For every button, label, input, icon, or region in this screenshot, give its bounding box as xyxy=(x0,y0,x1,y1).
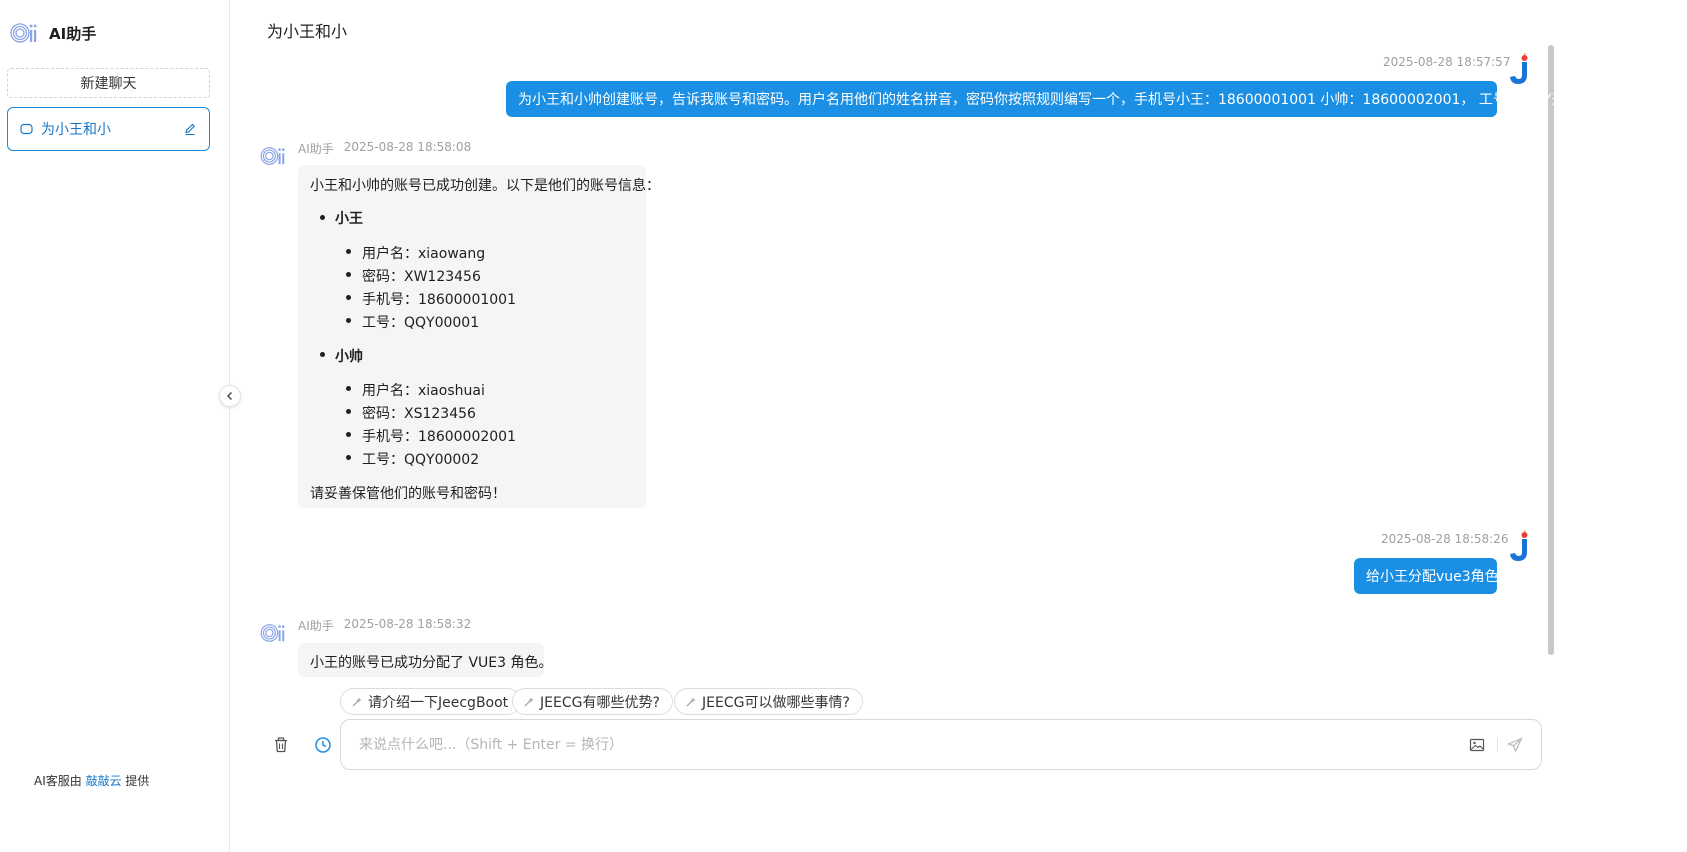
ai-message-meta: AI助手 2025-08-28 18:58:32 xyxy=(298,617,471,634)
ai-message-meta: AI助手 2025-08-28 18:58:08 xyxy=(298,140,471,157)
suggestion-chip[interactable]: 请介绍一下JeecgBoot xyxy=(340,688,522,715)
ai-message-text: 小王的账号已成功分配了 VUE3 角色。 xyxy=(310,655,553,671)
suggestion-chip[interactable]: JEECG可以做哪些事情? xyxy=(674,688,863,715)
collapse-sidebar-button[interactable] xyxy=(219,385,241,407)
account-field: 密码：XS123456 xyxy=(362,406,476,422)
divider xyxy=(1497,738,1498,752)
account-field: 工号：QQY00002 xyxy=(362,452,480,468)
suggestion-label: JEECG可以做哪些事情? xyxy=(702,694,850,711)
person-name: 小王 xyxy=(335,211,363,227)
list-bullet xyxy=(346,272,351,277)
list-bullet xyxy=(346,409,351,414)
brand: AI助手 xyxy=(10,20,96,46)
list-bullet xyxy=(346,295,351,300)
list-bullet xyxy=(346,455,351,460)
sparkle-icon xyxy=(686,696,696,706)
suggestion-chip[interactable]: JEECG有哪些优势? xyxy=(512,688,673,715)
account-field: 用户名：xiaoshuai xyxy=(362,383,485,399)
footer-prefix: AI客服由 xyxy=(34,774,82,788)
message-time: 2025-08-28 18:57:57 xyxy=(1383,55,1511,69)
sparkle-icon xyxy=(352,696,362,706)
list-bullet xyxy=(320,352,325,357)
account-field: 密码：XW123456 xyxy=(362,269,481,285)
ai-name: AI助手 xyxy=(298,142,334,156)
ai-message-bubble: 小王和小帅的账号已成功创建。以下是他们的账号信息： 小王 用户名：xiaowan… xyxy=(298,165,660,508)
account-field: 工号：QQY00001 xyxy=(362,315,480,331)
account-field: 手机号：18600002001 xyxy=(362,429,516,445)
suggestion-label: JEECG有哪些优势? xyxy=(540,694,660,711)
app-title: AI助手 xyxy=(49,24,97,43)
message-time: 2025-08-28 18:58:32 xyxy=(343,617,472,631)
conversation-title: 为小王和小 xyxy=(267,22,348,41)
list-bullet xyxy=(346,432,351,437)
ai-outro: 请妥善保管他们的账号和密码！ xyxy=(310,486,506,502)
history-clock-icon[interactable] xyxy=(314,736,332,754)
footer-note: AI客服由 敲敲云 提供 xyxy=(34,772,149,789)
suggestion-label: 请介绍一下JeecgBoot xyxy=(368,694,509,711)
account-field: 用户名：xiaowang xyxy=(362,246,486,262)
chat-bubble-icon xyxy=(20,123,33,134)
ai-logo-icon xyxy=(10,23,37,43)
ai-intro: 小王和小帅的账号已成功创建。以下是他们的账号信息： xyxy=(310,178,660,194)
chat-list-item-label: 为小王和小 xyxy=(41,122,111,138)
person-name: 小帅 xyxy=(335,349,363,365)
user-message-bubble: 为小王和小帅创建账号，告诉我账号和密码。用户名用他们的姓名拼音，密码你按照规则编… xyxy=(506,81,1579,117)
footer-link[interactable]: 敲敲云 xyxy=(86,774,122,788)
message-time: 2025-08-28 18:58:08 xyxy=(343,140,472,154)
message-time: 2025-08-28 18:58:26 xyxy=(1381,532,1509,546)
message-input-box[interactable] xyxy=(340,719,1542,770)
chat-main: 为小王和小 2025-08-28 18:57:57 为小王和小帅创建账号，告诉我… xyxy=(231,0,1687,852)
ai-avatar xyxy=(260,147,285,165)
sidebar: AI助手 新建聊天 为小王和小 AI客服由 敲敲云 提供 xyxy=(0,0,230,852)
ai-message-bubble: 小王的账号已成功分配了 VUE3 角色。 xyxy=(298,643,552,677)
list-bullet xyxy=(346,249,351,254)
chevron-left-icon xyxy=(227,392,232,400)
message-input[interactable] xyxy=(359,732,1439,758)
scrollbar-thumb[interactable] xyxy=(1548,45,1554,655)
list-bullet xyxy=(346,386,351,391)
footer-suffix: 提供 xyxy=(125,774,150,788)
list-bullet xyxy=(320,215,325,220)
new-chat-button[interactable]: 新建聊天 xyxy=(7,68,210,98)
ai-name: AI助手 xyxy=(298,619,334,633)
ai-avatar xyxy=(260,624,285,642)
chat-list-item[interactable]: 为小王和小 xyxy=(7,107,210,151)
sparkle-icon xyxy=(524,696,534,706)
user-avatar xyxy=(1510,53,1528,84)
user-avatar xyxy=(1510,530,1528,561)
user-message-bubble: 给小王分配vue3角色 xyxy=(1354,558,1499,594)
list-bullet xyxy=(346,318,351,323)
image-icon[interactable] xyxy=(1469,737,1485,753)
edit-icon[interactable] xyxy=(183,122,197,136)
account-field: 手机号：18600001001 xyxy=(362,292,516,308)
send-icon[interactable] xyxy=(1507,737,1523,753)
trash-icon[interactable] xyxy=(272,736,290,754)
